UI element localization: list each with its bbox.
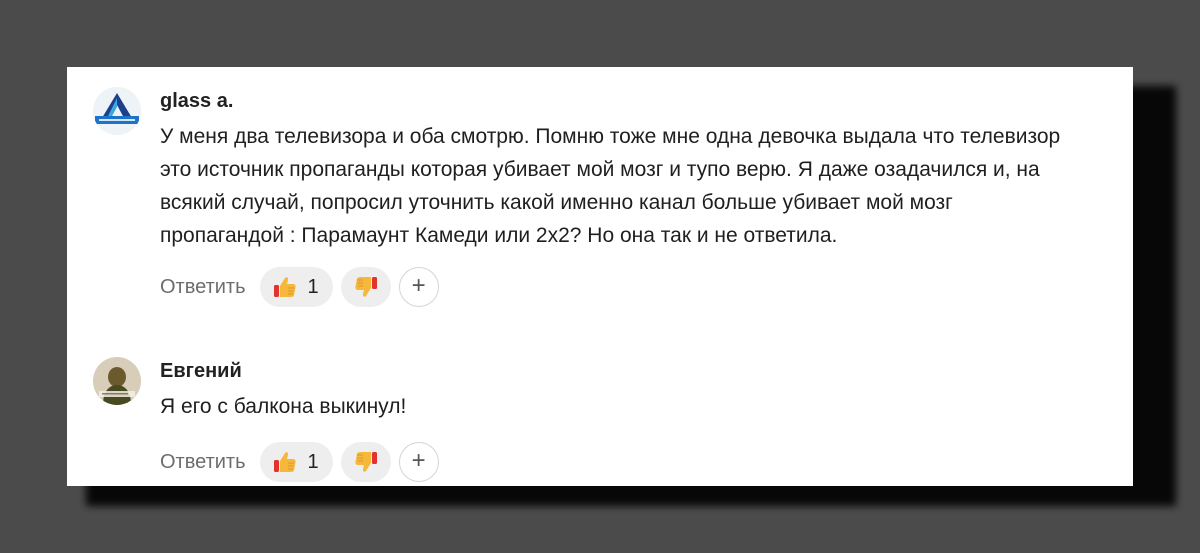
reply-button[interactable]: Ответить [160,451,246,474]
user-photo-avatar [93,357,141,405]
like-count: 1 [307,275,319,298]
comment-body: glass a. У меня два телевизора и оба смо… [160,87,1113,308]
thumbs-down-emoji-icon [354,277,377,297]
like-button[interactable]: 1 [259,267,333,307]
add-reaction-button[interactable]: + [398,442,439,482]
avatar[interactable] [93,87,141,135]
comments-card: glass a. У меня два телевизора и оба смо… [67,67,1133,486]
dislike-button[interactable] [340,442,391,482]
author-name[interactable]: Евгений [160,356,1113,386]
reply-button[interactable]: Ответить [160,276,246,299]
comment-body: Евгений Я его с балкона выкинул! Ответит… [160,357,1113,483]
comment-actions: Ответить 1 + [160,441,1113,483]
comment-actions: Ответить 1 + [160,266,1113,308]
plus-icon: + [411,447,426,474]
thumbs-up-emoji-icon [273,452,296,472]
arkadiya-logo-icon [93,87,141,135]
like-button[interactable]: 1 [259,442,333,482]
like-count: 1 [307,450,319,473]
thumbs-down-emoji-icon [354,452,377,472]
plus-icon: + [411,272,426,299]
add-reaction-button[interactable]: + [398,267,439,307]
avatar[interactable] [93,357,141,405]
dislike-button[interactable] [340,267,391,307]
thumbs-up-emoji-icon [273,277,296,297]
comment-text: Я его с балкона выкинул! [160,395,407,418]
comment-text: У меня два телевизора и оба смотрю. Помн… [160,125,1061,247]
author-name[interactable]: glass a. [160,86,1113,116]
